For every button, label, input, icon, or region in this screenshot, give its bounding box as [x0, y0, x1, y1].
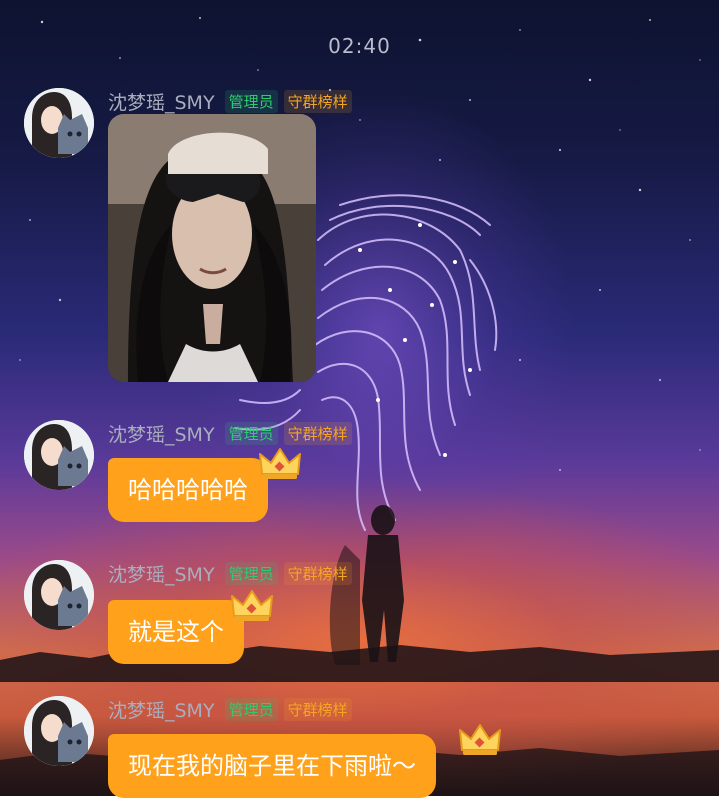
sender-name[interactable]: 沈梦瑶_SMY [108, 420, 215, 447]
avatar[interactable] [24, 696, 94, 766]
admin-badge: 管理员 [224, 698, 278, 721]
avatar[interactable] [24, 88, 94, 158]
sender-name-row: 沈梦瑶_SMY 管理员 守群榜样 [108, 560, 352, 587]
sender-name[interactable]: 沈梦瑶_SMY [108, 88, 215, 115]
starry-sky-decoration [0, 16, 719, 796]
avatar[interactable] [24, 560, 94, 630]
message-bubble[interactable]: 哈哈哈哈哈 [108, 458, 268, 522]
message-bubble[interactable]: 就是这个 [108, 600, 244, 664]
admin-badge: 管理员 [224, 90, 278, 113]
role-badge: 守群榜样 [283, 422, 352, 445]
sender-name-row: 沈梦瑶_SMY 管理员 守群榜样 [108, 88, 352, 115]
sender-name[interactable]: 沈梦瑶_SMY [108, 696, 215, 723]
sender-name[interactable]: 沈梦瑶_SMY [108, 560, 215, 587]
image-message[interactable] [108, 114, 316, 382]
sender-name-row: 沈梦瑶_SMY 管理员 守群榜样 [108, 420, 352, 447]
role-badge: 守群榜样 [283, 698, 352, 721]
role-badge: 守群榜样 [283, 90, 352, 113]
message-bubble[interactable]: 现在我的脑子里在下雨啦～ [108, 734, 436, 798]
role-badge: 守群榜样 [283, 562, 352, 585]
timestamp: 02:40 [328, 34, 391, 58]
avatar[interactable] [24, 420, 94, 490]
crown-icon [459, 724, 501, 755]
admin-badge: 管理员 [224, 422, 278, 445]
admin-badge: 管理员 [224, 562, 278, 585]
crown-icon [259, 448, 301, 479]
crown-icon [231, 590, 273, 621]
chat-background [0, 0, 719, 796]
sender-name-row: 沈梦瑶_SMY 管理员 守群榜样 [108, 696, 352, 723]
